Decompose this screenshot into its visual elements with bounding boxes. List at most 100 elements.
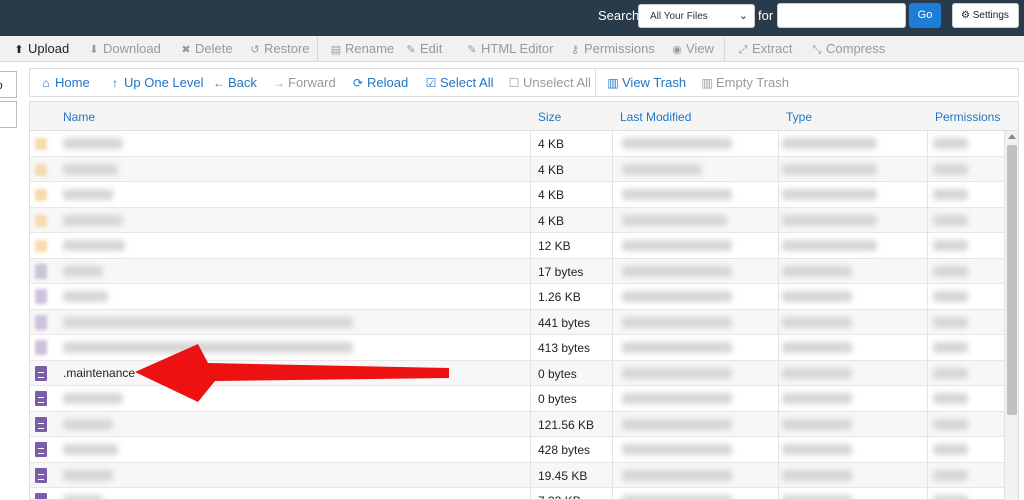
column-divider bbox=[927, 131, 928, 499]
level-up-icon: ↑ bbox=[112, 76, 118, 90]
column-divider bbox=[612, 131, 613, 499]
unselect-all-label: Unselect All bbox=[523, 75, 591, 90]
eye-icon: ◉ bbox=[672, 44, 682, 56]
redacted-last-modified bbox=[622, 240, 732, 251]
table-row[interactable]: 4 KB bbox=[30, 207, 1005, 233]
redacted-permissions bbox=[933, 444, 968, 455]
left-panel-button[interactable]: o bbox=[0, 71, 17, 98]
redacted-type bbox=[782, 291, 852, 302]
up-one-level-button[interactable]: ↑ Up One Level bbox=[109, 75, 204, 90]
permissions-label: Permissions bbox=[584, 41, 655, 56]
redacted-last-modified bbox=[622, 495, 732, 499]
file-icon bbox=[35, 289, 47, 304]
key-icon: ⚷ bbox=[570, 44, 580, 56]
file-size: 0 bytes bbox=[538, 392, 577, 406]
back-button[interactable]: ← Back bbox=[213, 75, 257, 90]
view-button[interactable]: ◉ View bbox=[671, 41, 714, 56]
table-row[interactable]: 12 KB bbox=[30, 233, 1005, 259]
table-row[interactable]: 428 bytes bbox=[30, 437, 1005, 463]
redacted-type bbox=[782, 138, 877, 149]
table-row[interactable]: 413 bytes bbox=[30, 335, 1005, 361]
redacted-permissions bbox=[933, 163, 968, 175]
permissions-button[interactable]: ⚷ Permissions bbox=[569, 41, 655, 56]
select-all-button[interactable]: ☑ Select All bbox=[425, 75, 494, 90]
redacted-last-modified bbox=[622, 265, 732, 277]
upload-button[interactable]: ⬆ Upload bbox=[13, 41, 69, 56]
unselect-all-button[interactable]: ☐ Unselect All bbox=[508, 75, 591, 90]
column-header-size[interactable]: Size bbox=[538, 110, 561, 124]
compress-button[interactable]: ⤡ Compress bbox=[811, 41, 886, 57]
redacted-type bbox=[782, 189, 877, 200]
extract-label: Extract bbox=[752, 41, 793, 56]
edit-icon: ✎ bbox=[406, 44, 416, 56]
table-row[interactable]: 4 KB bbox=[30, 156, 1005, 182]
column-header-permissions[interactable]: Permissions bbox=[935, 110, 1000, 124]
file-size: 4 KB bbox=[538, 162, 565, 177]
table-row[interactable]: 4 KB bbox=[30, 182, 1005, 208]
table-row[interactable]: 441 bytes bbox=[30, 309, 1005, 335]
file-size: 121.56 KB bbox=[538, 417, 595, 432]
html-editor-icon: ✎ bbox=[467, 44, 477, 56]
upload-label: Upload bbox=[28, 41, 70, 56]
redacted-name bbox=[63, 291, 108, 302]
file-icon bbox=[35, 493, 47, 499]
search-input[interactable] bbox=[777, 3, 906, 28]
table-row[interactable]: 0 bytes bbox=[30, 386, 1005, 412]
view-trash-button[interactable]: ▥ View Trash bbox=[607, 75, 686, 90]
edit-button[interactable]: ✎ Edit bbox=[405, 41, 442, 56]
restore-icon: ↺ bbox=[250, 44, 260, 56]
compress-icon: ⤡ bbox=[812, 44, 822, 56]
column-header-last-modified[interactable]: Last Modified bbox=[620, 110, 691, 124]
folder-icon bbox=[35, 138, 47, 150]
delete-button[interactable]: ✖ Delete bbox=[180, 41, 232, 56]
reload-icon: ⟳ bbox=[352, 76, 364, 90]
arrow-left-icon: ← bbox=[213, 76, 225, 90]
home-button[interactable]: ⌂ Home bbox=[40, 75, 90, 90]
file-size: 428 bytes bbox=[538, 443, 591, 457]
file-size: 1.26 KB bbox=[538, 290, 581, 304]
scroll-up-icon[interactable] bbox=[1008, 134, 1016, 139]
column-header-name[interactable]: Name bbox=[63, 110, 95, 124]
table-header: Name Size Last Modified Type Permissions bbox=[30, 102, 1018, 131]
redacted-name bbox=[63, 163, 118, 175]
download-button[interactable]: ⬇ Download bbox=[88, 41, 161, 56]
empty-trash-button[interactable]: ▥ Empty Trash bbox=[701, 75, 789, 90]
table-row[interactable]: 19.45 KB bbox=[30, 462, 1005, 488]
rename-button[interactable]: ▤ Rename bbox=[330, 41, 394, 56]
html-editor-button[interactable]: ✎ HTML Editor bbox=[466, 41, 553, 56]
table-row[interactable]: 121.56 KB bbox=[30, 411, 1005, 437]
file-size: 0 bytes bbox=[538, 366, 577, 381]
vertical-scrollbar[interactable] bbox=[1004, 131, 1018, 500]
table-row[interactable]: 1.26 KB bbox=[30, 284, 1005, 310]
table-row[interactable]: .maintenance 0 bytes bbox=[30, 360, 1005, 386]
table-row[interactable]: 7.33 KB bbox=[30, 488, 1005, 499]
redacted-type bbox=[782, 163, 877, 175]
up-one-level-label: Up One Level bbox=[124, 75, 204, 90]
reload-label: Reload bbox=[367, 75, 409, 90]
toolbar-divider bbox=[724, 36, 725, 62]
navbar-divider bbox=[595, 69, 596, 96]
go-button[interactable]: Go bbox=[909, 3, 941, 28]
home-label: Home bbox=[55, 75, 90, 90]
column-header-type[interactable]: Type bbox=[786, 110, 812, 124]
table-row[interactable]: 17 bytes bbox=[30, 258, 1005, 284]
column-divider bbox=[778, 131, 779, 499]
scrollbar-thumb[interactable] bbox=[1007, 145, 1017, 415]
restore-button[interactable]: ↺ Restore bbox=[249, 41, 309, 56]
redacted-permissions bbox=[933, 291, 968, 302]
settings-button[interactable]: ⚙ Settings bbox=[952, 3, 1019, 28]
file-size: 441 bytes bbox=[538, 315, 591, 330]
forward-button[interactable]: → Forward bbox=[273, 75, 336, 90]
redacted-last-modified bbox=[622, 291, 732, 302]
left-panel-input[interactable] bbox=[0, 101, 17, 128]
reload-button[interactable]: ⟳ Reload bbox=[352, 75, 408, 90]
redacted-type bbox=[782, 367, 852, 379]
search-scope-select[interactable]: All Your Files ⌄ bbox=[638, 4, 755, 28]
table-row[interactable]: 4 KB bbox=[30, 131, 1005, 157]
download-label: Download bbox=[103, 41, 161, 56]
extract-button[interactable]: ⤢ Extract bbox=[737, 41, 793, 57]
rename-label: Rename bbox=[345, 41, 395, 56]
file-name[interactable]: .maintenance bbox=[63, 366, 135, 380]
redacted-name bbox=[63, 495, 103, 499]
redacted-name bbox=[63, 469, 113, 481]
